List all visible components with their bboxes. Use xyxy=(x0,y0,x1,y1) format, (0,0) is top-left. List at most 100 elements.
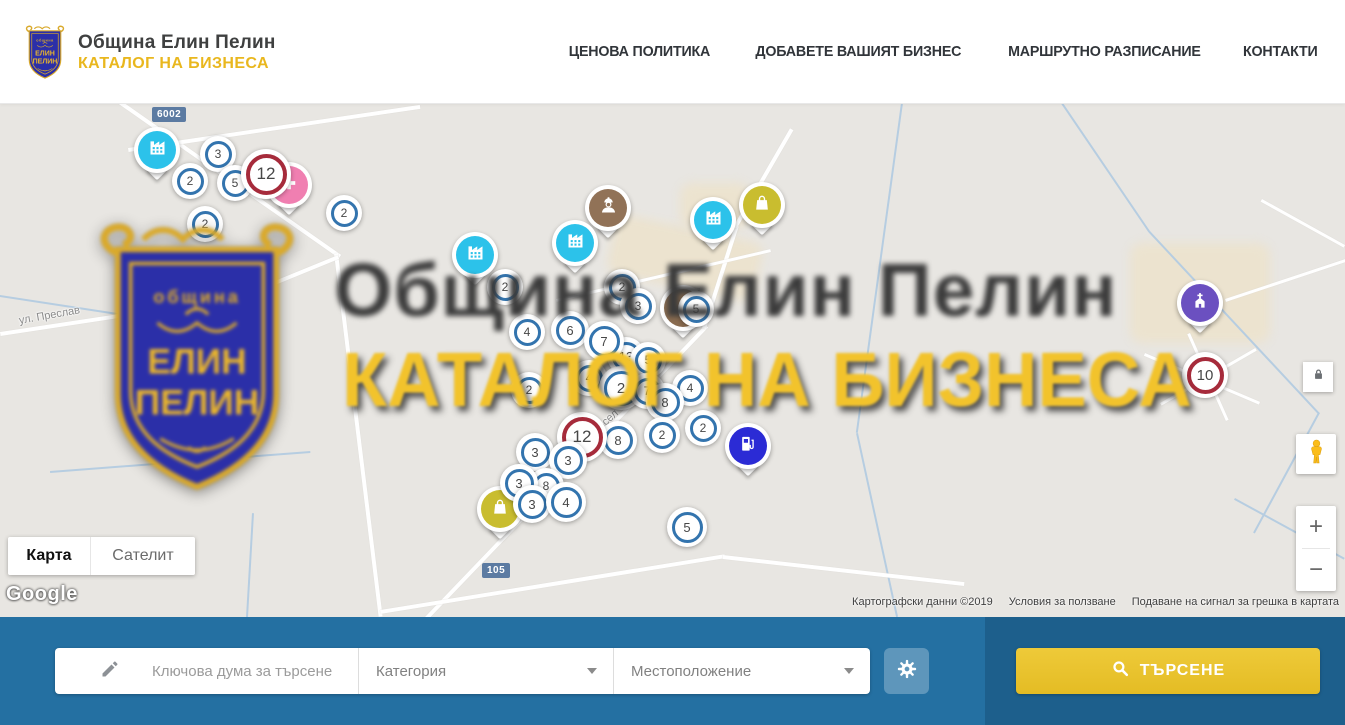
cluster-count: 8 xyxy=(651,388,680,417)
zoom-in-button[interactable]: + xyxy=(1296,506,1336,548)
pin-disc xyxy=(134,127,180,173)
advanced-settings-button[interactable] xyxy=(884,648,929,694)
street-view-pegman-button[interactable] xyxy=(1296,434,1336,474)
map-marker-cluster[interactable]: 7 xyxy=(584,321,624,361)
map-attribution: Картографски данни ©2019 Условия за полз… xyxy=(852,596,1339,608)
map-marker-cluster[interactable]: 4 xyxy=(546,482,586,522)
cluster-count: 2 xyxy=(516,377,543,404)
lock-icon xyxy=(1311,367,1326,387)
cluster-count: 4 xyxy=(514,319,541,346)
svg-text:ПЕЛИН: ПЕЛИН xyxy=(135,384,260,423)
svg-text:ЕЛИН: ЕЛИН xyxy=(35,51,55,58)
location-select[interactable]: Местоположение xyxy=(613,648,870,694)
category-select-value: Категория xyxy=(376,663,446,680)
cluster-count: 7 xyxy=(589,326,620,357)
nav-item-pricing[interactable]: ЦЕНОВА ПОЛИТИКА xyxy=(569,43,710,60)
map-type-satellite-button[interactable]: Сателит xyxy=(91,537,195,575)
svg-text:ПЕЛИН: ПЕЛИН xyxy=(33,59,58,66)
map-boundary-line xyxy=(1062,103,1150,232)
search-fields-group: Категория Местоположение xyxy=(55,648,870,694)
svg-text:община: община xyxy=(36,38,54,42)
svg-text:ЕЛИН: ЕЛИН xyxy=(147,343,246,382)
map-marker-cluster[interactable]: 2 xyxy=(644,417,680,453)
map-marker-pin-church[interactable] xyxy=(1177,280,1223,340)
watermark-emblem: общинаЕЛИНПЕЛИН xyxy=(84,215,310,507)
cluster-count: 5 xyxy=(683,296,710,323)
category-select[interactable]: Категория xyxy=(358,648,613,694)
pencil-icon xyxy=(100,659,120,684)
factory-icon xyxy=(147,137,168,163)
pin-disc xyxy=(739,182,785,228)
bag-icon xyxy=(490,497,510,522)
map-marker-cluster[interactable]: 2 xyxy=(187,206,223,242)
map-road-line xyxy=(334,253,383,617)
brand-subtitle: КАТАЛОГ НА БИЗНЕСА xyxy=(78,54,276,74)
fuel-icon xyxy=(738,434,758,459)
pin-disc xyxy=(452,232,498,278)
nav-item-transport-schedule[interactable]: МАРШРУТНО РАЗПИСАНИЕ xyxy=(1008,43,1201,60)
road-number-shield: 105 xyxy=(482,563,510,578)
header: общинаЕЛИНПЕЛИН Община Елин Пелин КАТАЛО… xyxy=(0,0,1345,104)
map-marker-cluster[interactable]: 4 xyxy=(509,314,545,350)
cluster-count: 3 xyxy=(205,141,232,168)
search-submit-button[interactable]: ТЪРСЕНЕ xyxy=(1016,648,1320,694)
cluster-count: 4 xyxy=(551,487,582,518)
map-boundary-line xyxy=(857,433,899,617)
map-road-line xyxy=(245,255,339,296)
map-marker-cluster[interactable]: 3 xyxy=(620,288,656,324)
map-marker-cluster[interactable]: 2 xyxy=(172,163,208,199)
map-type-control: Карта Сателит xyxy=(8,537,195,575)
map-road-line xyxy=(723,555,965,586)
google-logo[interactable]: Google xyxy=(6,583,78,606)
main-nav: ЦЕНОВА ПОЛИТИКА ДОБАВЕТЕ ВАШИЯТ БИЗНЕС М… xyxy=(565,0,1320,103)
keyword-search-input[interactable] xyxy=(150,662,344,681)
brand-logo[interactable]: общинаЕЛИНПЕЛИН Община Елин Пелин КАТАЛО… xyxy=(22,24,276,82)
map-marker-pin-factory[interactable] xyxy=(690,197,736,257)
worker-icon xyxy=(598,195,619,221)
cluster-count: 2 xyxy=(649,422,676,449)
map-boundary-line xyxy=(50,451,310,473)
pin-disc xyxy=(552,220,598,266)
map-marker-cluster[interactable]: 2 xyxy=(685,410,721,446)
chevron-down-icon xyxy=(844,668,854,674)
map-marker-pin-factory[interactable] xyxy=(552,220,598,280)
cluster-count: 3 xyxy=(625,293,652,320)
chevron-down-icon xyxy=(587,668,597,674)
search-bar: Категория Местоположение ТЪРСЕНЕ xyxy=(0,617,1345,725)
zoom-out-button[interactable]: − xyxy=(1296,549,1336,591)
pin-disc xyxy=(1177,280,1223,326)
watermark-subtitle: КАТАЛОГ НА БИЗНЕСА xyxy=(342,342,1192,419)
map-marker-cluster[interactable]: 5 xyxy=(678,291,714,327)
nav-item-add-business[interactable]: ДОБАВЕТЕ ВАШИЯТ БИЗНЕС xyxy=(755,43,961,60)
lock-button[interactable] xyxy=(1303,362,1333,392)
report-error-link[interactable]: Подаване на сигнал за грешка в картата xyxy=(1132,596,1339,608)
zoom-control: + − xyxy=(1296,506,1336,591)
map-marker-pin-fuel[interactable] xyxy=(725,423,771,483)
attribution-text: Картографски данни ©2019 xyxy=(852,596,993,608)
cluster-count: 2 xyxy=(492,274,519,301)
map-boundary-line xyxy=(246,513,253,617)
terms-link[interactable]: Условия за ползване xyxy=(1009,596,1116,608)
location-select-value: Местоположение xyxy=(631,663,751,680)
map-marker-pin-bag[interactable] xyxy=(739,182,785,242)
map-marker-cluster[interactable]: 5 xyxy=(667,507,707,547)
municipality-emblem-icon: община ЕЛИНПЕЛИН xyxy=(22,24,68,82)
cluster-count: 2 xyxy=(177,168,204,195)
map-boundary-line xyxy=(856,103,903,433)
cluster-count: 2 xyxy=(331,200,358,227)
map-type-map-button[interactable]: Карта xyxy=(8,537,91,575)
nav-item-contacts[interactable]: КОНТАКТИ xyxy=(1243,43,1318,60)
church-icon xyxy=(1190,291,1210,316)
cluster-count: 5 xyxy=(672,512,703,543)
map-marker-cluster[interactable]: 8 xyxy=(646,383,684,421)
map-marker-cluster[interactable]: 10 xyxy=(1182,352,1228,398)
map-marker-cluster[interactable]: 2 xyxy=(326,195,362,231)
gear-icon xyxy=(896,658,918,685)
map-marker-cluster[interactable]: 12 xyxy=(241,149,291,199)
map-marker-cluster[interactable]: 2 xyxy=(487,269,523,305)
pin-disc xyxy=(690,197,736,243)
map-marker-cluster[interactable]: 2 xyxy=(511,372,547,408)
map-canvas[interactable]: 6002105 ул. Преславбул. „Новоселци“ 3251… xyxy=(0,103,1345,617)
cluster-count: 3 xyxy=(521,438,550,467)
map-road-line xyxy=(380,554,725,614)
